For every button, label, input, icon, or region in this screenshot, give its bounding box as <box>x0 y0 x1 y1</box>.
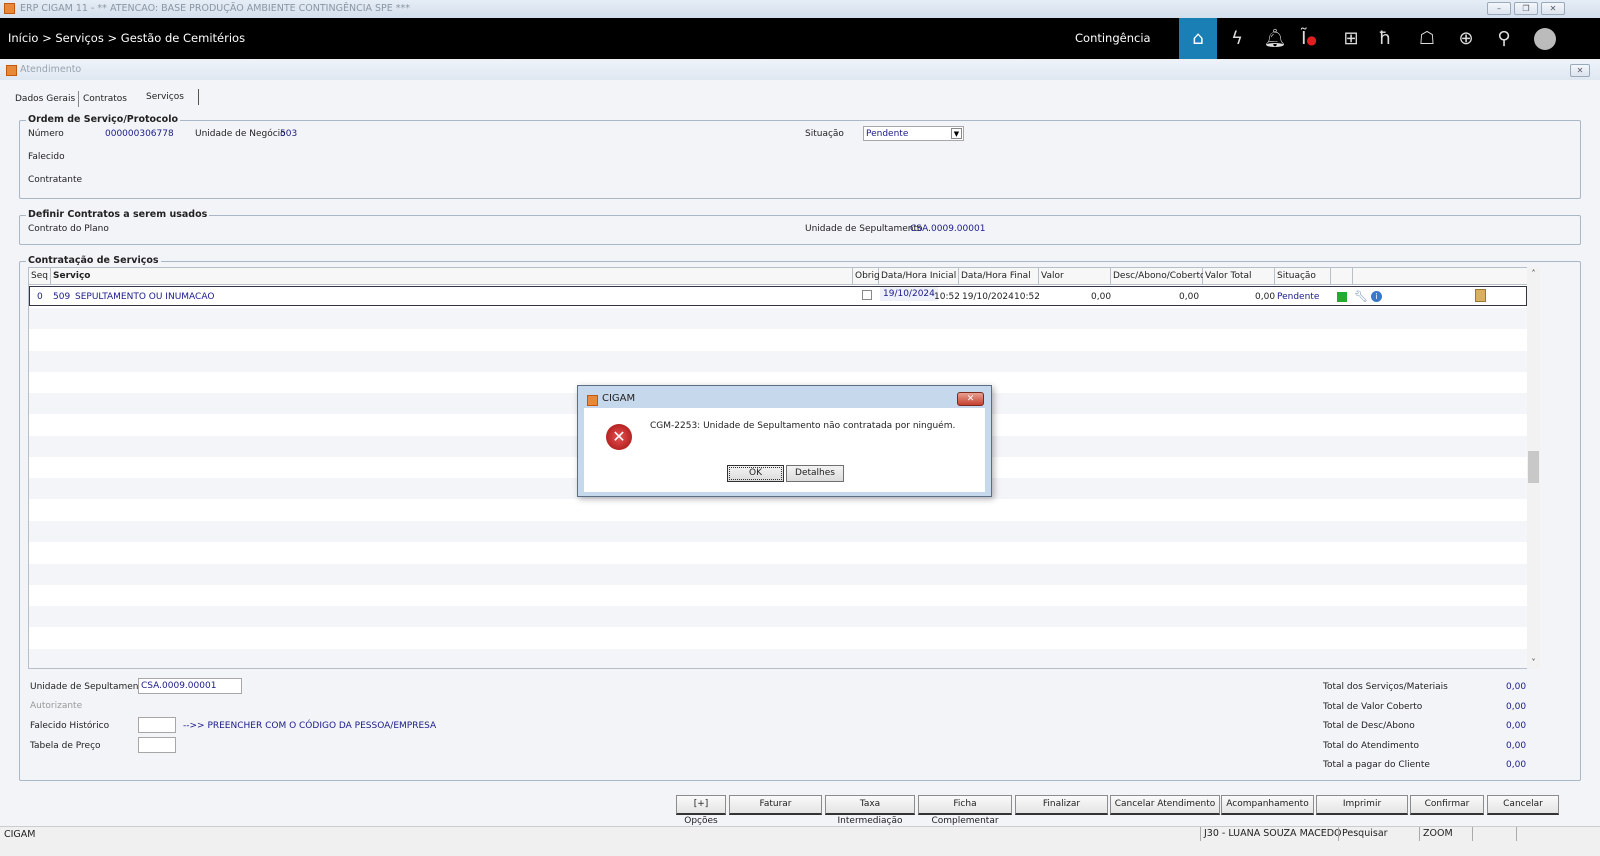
action-button-2[interactable]: Taxa Intermediação <box>825 795 915 826</box>
col-actions <box>1353 268 1539 285</box>
empty-row <box>29 521 1527 542</box>
bell-icon[interactable]: 🔔︎ <box>1256 18 1294 59</box>
tab-dados-gerais[interactable]: Dados Gerais <box>12 91 80 107</box>
home-icon[interactable]: ⌂ <box>1179 18 1217 59</box>
window-title-bar: ERP CIGAM 11 - ** ATENCAO: BASE PRODUÇÃO… <box>0 0 1600 18</box>
col-situacao[interactable]: Situação <box>1275 268 1331 285</box>
total-label: Total do Atendimento <box>1323 740 1419 751</box>
total-value: 0,00 <box>1506 682 1527 692</box>
total-label: Total a pagar do Cliente <box>1323 760 1430 771</box>
tab-contratos[interactable]: Contratos <box>80 91 130 107</box>
grid-scrollbar[interactable]: ˄ ˅ <box>1527 267 1540 669</box>
status-bar: CIGAM J30 - LUANA SOUZA MACEDO Pesquisar… <box>0 826 1600 856</box>
unidade-sepultamento-input[interactable]: CSA.0009.00001 <box>138 678 242 694</box>
total-label: Total dos Serviços/Materiais <box>1323 682 1448 692</box>
minimize-button[interactable]: – <box>1487 2 1511 15</box>
dialog-app-icon <box>587 395 598 406</box>
wrench-icon[interactable]: 🔧︎ <box>1354 290 1368 304</box>
search-icon[interactable]: ⚲ <box>1485 18 1523 59</box>
scroll-thumb[interactable] <box>1528 451 1539 483</box>
total-value: 0,00 <box>1506 721 1527 732</box>
empty-row <box>29 308 1527 329</box>
col-desc[interactable]: Desc/Abono/Coberto <box>1111 268 1206 285</box>
scroll-down-icon[interactable]: ˅ <box>1527 658 1540 667</box>
action-button-8[interactable]: Confirmar <box>1410 795 1484 815</box>
close-form-button[interactable]: ✕ <box>1570 64 1590 77</box>
action-button-4[interactable]: Finalizar <box>1015 795 1108 815</box>
globe-icon[interactable]: ⊕ <box>1447 18 1485 59</box>
breadcrumb[interactable]: Início > Serviços > Gestão de Cemitérios <box>8 18 245 59</box>
col-data-inicial[interactable]: Data/Hora Inicial <box>879 268 959 285</box>
action-button-6[interactable]: Acompanhamento <box>1221 795 1314 815</box>
fill-hint: -->> PREENCHER COM O CÓDIGO DA PESSOA/EM… <box>183 721 437 731</box>
total-label: Total de Desc/Abono <box>1323 721 1415 732</box>
obrig-checkbox[interactable] <box>862 290 872 300</box>
form-icon <box>6 65 17 76</box>
col-valor[interactable]: Valor <box>1039 268 1111 285</box>
h-icon[interactable]: ħ <box>1366 18 1404 59</box>
info-circle-icon[interactable]: i <box>1371 291 1382 302</box>
unidade-negocio-value: 503 <box>280 129 298 139</box>
situacao-select[interactable]: Pendente ▼ <box>863 126 964 141</box>
action-button-9[interactable]: Cancelar <box>1487 795 1559 815</box>
action-button-3[interactable]: Ficha Complementar <box>918 795 1012 826</box>
ok-button[interactable]: OK <box>727 465 784 482</box>
lightning-icon[interactable]: ϟ <box>1218 18 1256 59</box>
col-servico[interactable]: Serviço <box>51 268 853 285</box>
empty-row <box>29 648 1527 668</box>
action-button-7[interactable]: Imprimir <box>1316 795 1408 815</box>
col-seq[interactable]: Seq <box>29 268 51 285</box>
empty-row <box>29 350 1527 372</box>
col-valor-total[interactable]: Valor Total Item <box>1203 268 1275 298</box>
total-label: Total de Valor Coberto <box>1323 701 1423 712</box>
col-status <box>1331 268 1353 285</box>
environment-label: Contingência <box>1075 31 1151 45</box>
total-value: 0,00 <box>1506 760 1527 771</box>
falecido-historico-input[interactable] <box>138 717 176 733</box>
top-header: Início > Serviços > Gestão de Cemitérios… <box>0 18 1600 59</box>
error-icon: ✕ <box>606 424 632 450</box>
status-user: J30 - LUANA SOUZA MACEDO <box>1200 827 1342 841</box>
col-data-final[interactable]: Data/Hora Final <box>959 268 1039 285</box>
scroll-up-icon[interactable]: ˄ <box>1527 269 1540 278</box>
empty-row <box>29 606 1527 628</box>
avatar[interactable] <box>1526 18 1564 59</box>
restore-button[interactable]: ❐ <box>1514 2 1538 15</box>
details-button[interactable]: Detalhes <box>786 465 844 482</box>
dialog-close-button[interactable]: ✕ <box>957 392 984 406</box>
error-dialog: CIGAM ✕ ✕ CGM-2253: Unidade de Sepultame… <box>577 385 992 497</box>
empty-row <box>29 563 1527 585</box>
status-indicator <box>1337 292 1347 302</box>
empty-row <box>29 329 1527 351</box>
grid-icon[interactable]: ⊞ <box>1332 18 1370 59</box>
total-value: 0,00 <box>1506 740 1527 751</box>
user-chat-icon[interactable]: ☖ <box>1408 18 1446 59</box>
empty-row <box>29 627 1527 649</box>
empty-row <box>29 542 1527 564</box>
numero-value: 000000306778 <box>105 129 174 139</box>
empty-row <box>29 499 1527 521</box>
close-window-button[interactable]: ✕ <box>1541 2 1565 15</box>
contrato-unidade-value: CSA.0009.00001 <box>910 224 986 234</box>
col-obrig[interactable]: Obrig <box>853 268 880 285</box>
action-button-1[interactable]: Faturar <box>729 795 822 815</box>
chevron-down-icon[interactable]: ▼ <box>951 128 962 139</box>
tab-servicos[interactable]: Serviços <box>143 89 199 105</box>
contratos-group: Definir Contratos a serem usados <box>19 209 1581 245</box>
tabela-preco-input[interactable] <box>138 737 176 753</box>
total-value: 0,00 <box>1506 701 1527 712</box>
clipboard-add-icon[interactable] <box>1475 289 1486 302</box>
status-zoom[interactable]: ZOOM <box>1419 827 1471 841</box>
action-button-0[interactable]: [+] Opções <box>676 795 726 826</box>
status-search[interactable]: Pesquisar <box>1338 827 1418 841</box>
empty-row <box>29 584 1527 606</box>
action-button-5[interactable]: Cancelar Atendimento <box>1110 795 1220 815</box>
app-icon <box>4 3 15 14</box>
dialog-message: CGM-2253: Unidade de Sepultamento não co… <box>650 421 956 431</box>
form-title-bar: Atendimento <box>0 60 1600 80</box>
info-icon[interactable]: Ĩ● <box>1290 18 1328 59</box>
